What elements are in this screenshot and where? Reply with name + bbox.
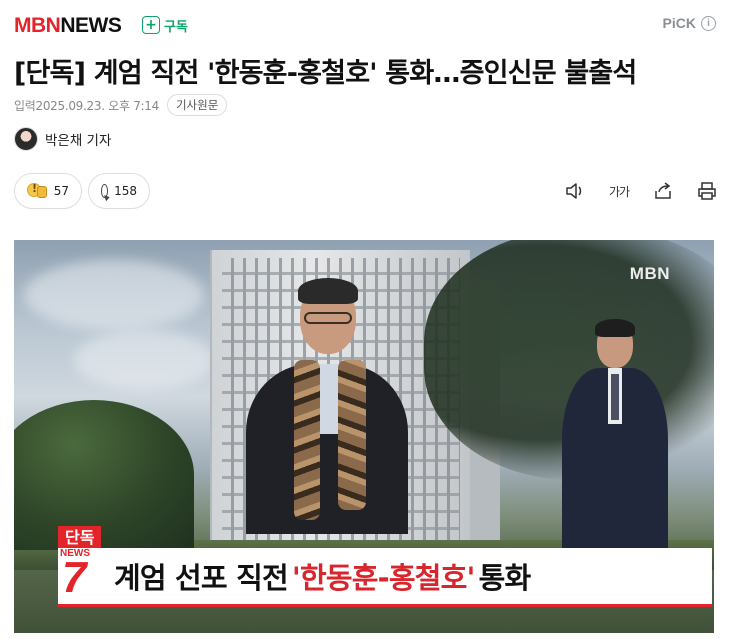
logo-mbn: MBN bbox=[14, 14, 61, 37]
caption-bar: 계엄 선포 직전 '한동훈-홍철호' 통화 bbox=[104, 548, 712, 604]
pick-label: PiCK bbox=[662, 15, 696, 31]
article-headline: [단독] 계엄 직전 '한동훈-홍철호' 통화…증인신문 불출석 bbox=[14, 58, 637, 89]
channel-watermark: MBN bbox=[629, 264, 670, 283]
article-meta: 입력2025.09.23. 오후 7:14 기사원문 bbox=[14, 94, 228, 116]
mbn-news-logo[interactable]: MBNNEWS bbox=[14, 14, 122, 38]
reaction-count: 57 bbox=[53, 184, 69, 198]
caption-quote: '한동훈-홍철호' bbox=[291, 561, 475, 595]
lower-third: 단독 NEWS 7 계엄 선포 직전 '한동훈-홍철호' 통화 bbox=[44, 526, 714, 626]
plus-icon: + bbox=[142, 16, 160, 34]
font-size-icon[interactable]: 가가 bbox=[608, 180, 630, 202]
published-info: 입력2025.09.23. 오후 7:14 bbox=[14, 97, 159, 114]
reaction-emoji-icon bbox=[27, 182, 48, 200]
news7-logo: NEWS 7 bbox=[58, 548, 104, 604]
pick-badge[interactable]: PiCK i bbox=[663, 15, 716, 31]
share-icon[interactable] bbox=[652, 180, 674, 202]
author-avatar bbox=[14, 127, 38, 151]
info-icon[interactable]: i bbox=[701, 15, 716, 31]
comment-count: 158 bbox=[114, 184, 137, 198]
comment-button[interactable]: 158 bbox=[88, 173, 150, 209]
top-bar: MBNNEWS + 구독 PiCK i bbox=[14, 12, 718, 38]
caption-underline bbox=[58, 604, 712, 607]
published-time: 2025.09.23. 오후 7:14 bbox=[35, 98, 159, 113]
article-photo[interactable]: MBN 단독 NEWS 7 계엄 선포 직전 '한동훈-홍철호' 통화 bbox=[14, 240, 714, 633]
exclusive-tag: 단독 bbox=[58, 526, 102, 550]
article-actions: 57 158 가가 bbox=[14, 173, 718, 209]
politician-figure bbox=[242, 278, 412, 534]
font-size-label: 가가 bbox=[608, 184, 630, 199]
audio-icon[interactable] bbox=[564, 180, 586, 202]
author-name: 박은채 기자 bbox=[45, 133, 112, 149]
print-icon[interactable] bbox=[696, 180, 718, 202]
caption-tail: 통화 bbox=[478, 561, 532, 595]
published-label: 입력 bbox=[14, 98, 36, 113]
program-number: 7 bbox=[62, 553, 87, 602]
logo-news: NEWS bbox=[60, 14, 122, 37]
reaction-button[interactable]: 57 bbox=[14, 173, 82, 209]
author-row[interactable]: 박은채 기자 bbox=[14, 126, 111, 152]
comment-bubble-icon bbox=[101, 184, 109, 198]
subscribe-button[interactable]: + 구독 bbox=[142, 15, 188, 35]
caption-main: 계엄 선포 직전 bbox=[114, 561, 289, 595]
article-tools: 가가 bbox=[564, 180, 718, 202]
original-article-button[interactable]: 기사원문 bbox=[166, 94, 228, 116]
subscribe-label: 구독 bbox=[164, 19, 188, 35]
